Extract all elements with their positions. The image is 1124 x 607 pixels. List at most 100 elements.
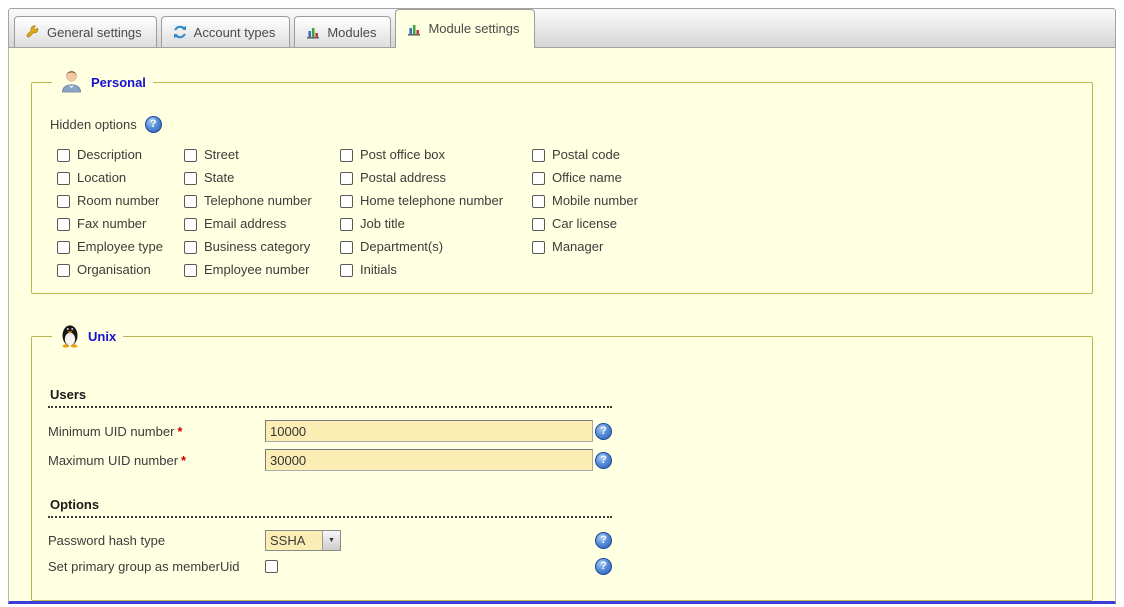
hidden-option-checkbox[interactable] bbox=[57, 195, 70, 208]
hidden-option[interactable]: Office name bbox=[532, 169, 1078, 187]
hidden-options-grid: DescriptionStreet Post office box Postal c… bbox=[57, 146, 1078, 279]
hidden-option[interactable]: Postal code bbox=[532, 146, 1078, 164]
max-uid-row: Maximum UID number* ? bbox=[48, 449, 1078, 471]
hidden-option[interactable]: Car license bbox=[532, 215, 1078, 233]
help-icon[interactable]: ? bbox=[595, 452, 612, 469]
hidden-option-label: Home telephone number bbox=[360, 192, 503, 210]
hidden-option[interactable]: Postal address bbox=[340, 169, 532, 187]
tab-modules[interactable]: Modules bbox=[294, 16, 391, 47]
min-uid-input[interactable] bbox=[265, 420, 593, 442]
hidden-options-label: Hidden options bbox=[50, 117, 137, 132]
hidden-option-label: State bbox=[204, 169, 234, 187]
member-uid-row: Set primary group as memberUid ? bbox=[48, 558, 1078, 575]
hidden-option-checkbox[interactable] bbox=[184, 218, 197, 231]
tab-general-settings[interactable]: General settings bbox=[14, 16, 157, 47]
tab-label: Module settings bbox=[428, 21, 519, 36]
hidden-option-checkbox[interactable] bbox=[532, 195, 545, 208]
hidden-option-label: Room number bbox=[77, 192, 159, 210]
hidden-option-checkbox[interactable] bbox=[184, 241, 197, 254]
personal-fieldset: Personal Hidden options ? DescriptionStr… bbox=[31, 68, 1093, 294]
min-uid-row: Minimum UID number* ? bbox=[48, 420, 1078, 442]
hidden-option-checkbox[interactable] bbox=[57, 264, 70, 277]
tab-label: Account types bbox=[194, 25, 276, 40]
hidden-option-checkbox[interactable] bbox=[340, 241, 353, 254]
hidden-option-checkbox[interactable] bbox=[57, 149, 70, 162]
hidden-option[interactable]: Business category bbox=[184, 238, 340, 256]
tab-bar: General settings Account types bbox=[8, 8, 1116, 48]
hidden-option[interactable]: Home telephone number bbox=[340, 192, 532, 210]
modules-icon bbox=[305, 24, 321, 40]
unix-legend: Unix bbox=[52, 322, 123, 351]
hidden-option-checkbox[interactable] bbox=[57, 241, 70, 254]
hidden-option[interactable]: Location bbox=[57, 169, 184, 187]
hidden-option-checkbox[interactable] bbox=[57, 218, 70, 231]
hidden-option[interactable]: Job title bbox=[340, 215, 532, 233]
hidden-option-checkbox[interactable] bbox=[532, 172, 545, 185]
hidden-option[interactable]: Telephone number bbox=[184, 192, 340, 210]
settings-page: General settings Account types bbox=[0, 0, 1124, 604]
help-icon[interactable]: ? bbox=[595, 558, 612, 575]
hidden-option[interactable]: Department(s) bbox=[340, 238, 532, 256]
users-section-header: Users bbox=[48, 387, 612, 408]
hidden-option-checkbox[interactable] bbox=[184, 149, 197, 162]
unix-legend-label: Unix bbox=[88, 329, 116, 344]
hidden-option-checkbox[interactable] bbox=[532, 218, 545, 231]
hidden-option[interactable]: Manager bbox=[532, 238, 1078, 256]
member-uid-label: Set primary group as memberUid bbox=[48, 559, 265, 574]
hidden-option[interactable]: Description bbox=[57, 146, 184, 164]
chevron-down-icon: ▼ bbox=[322, 531, 340, 550]
min-uid-label: Minimum UID number* bbox=[48, 424, 265, 439]
hidden-option[interactable]: Initials bbox=[340, 261, 532, 279]
hidden-option[interactable]: Organisation bbox=[57, 261, 184, 279]
hidden-option-label: Business category bbox=[204, 238, 310, 256]
hidden-option-checkbox[interactable] bbox=[184, 195, 197, 208]
hidden-option[interactable]: Room number bbox=[57, 192, 184, 210]
member-uid-checkbox[interactable] bbox=[265, 560, 278, 573]
hidden-option[interactable]: Fax number bbox=[57, 215, 184, 233]
hidden-option-checkbox[interactable] bbox=[340, 264, 353, 277]
hidden-option-checkbox[interactable] bbox=[184, 172, 197, 185]
hidden-option-label: Telephone number bbox=[204, 192, 312, 210]
personal-legend-label: Personal bbox=[91, 75, 146, 90]
hidden-option-checkbox[interactable] bbox=[532, 241, 545, 254]
hidden-option-label: Organisation bbox=[77, 261, 151, 279]
hidden-option[interactable]: Employee number bbox=[184, 261, 340, 279]
help-icon[interactable]: ? bbox=[595, 532, 612, 549]
hidden-option[interactable]: Street bbox=[184, 146, 340, 164]
hidden-option-label: Postal address bbox=[360, 169, 446, 187]
hidden-option[interactable]: Email address bbox=[184, 215, 340, 233]
hidden-option[interactable]: State bbox=[184, 169, 340, 187]
hidden-option-label: Manager bbox=[552, 238, 603, 256]
hidden-option-checkbox[interactable] bbox=[340, 195, 353, 208]
wrench-icon bbox=[25, 24, 41, 40]
hidden-option-checkbox[interactable] bbox=[340, 172, 353, 185]
hidden-option-label: Initials bbox=[360, 261, 397, 279]
tab-module-settings[interactable]: Module settings bbox=[395, 9, 534, 47]
hidden-option[interactable]: Post office box bbox=[340, 146, 532, 164]
hidden-option-label: Department(s) bbox=[360, 238, 443, 256]
max-uid-input[interactable] bbox=[265, 449, 593, 471]
hidden-option-checkbox[interactable] bbox=[340, 149, 353, 162]
module-settings-icon bbox=[406, 21, 422, 37]
tab-account-types[interactable]: Account types bbox=[161, 16, 291, 47]
help-icon[interactable]: ? bbox=[595, 423, 612, 440]
help-icon[interactable]: ? bbox=[145, 116, 162, 133]
required-marker: * bbox=[181, 453, 186, 468]
hidden-option[interactable]: Mobile number bbox=[532, 192, 1078, 210]
hidden-option-label: Employee number bbox=[204, 261, 310, 279]
hidden-option-label: Employee type bbox=[77, 238, 163, 256]
hidden-option-checkbox[interactable] bbox=[184, 264, 197, 277]
personal-legend: Personal bbox=[52, 68, 153, 96]
hidden-option-label: Post office box bbox=[360, 146, 445, 164]
unix-fieldset: Unix Users Minimum UID number* ? Maximum… bbox=[31, 322, 1093, 601]
hidden-option-label: Mobile number bbox=[552, 192, 638, 210]
hidden-option[interactable]: Employee type bbox=[57, 238, 184, 256]
password-hash-select[interactable]: SSHA ▼ bbox=[265, 530, 341, 551]
hidden-option-checkbox[interactable] bbox=[532, 149, 545, 162]
password-hash-row: Password hash type SSHA ▼ ? bbox=[48, 530, 1078, 551]
hidden-option-checkbox[interactable] bbox=[57, 172, 70, 185]
hidden-option-checkbox[interactable] bbox=[340, 218, 353, 231]
max-uid-label: Maximum UID number* bbox=[48, 453, 265, 468]
hidden-option-label: Job title bbox=[360, 215, 405, 233]
account-types-icon bbox=[172, 24, 188, 40]
